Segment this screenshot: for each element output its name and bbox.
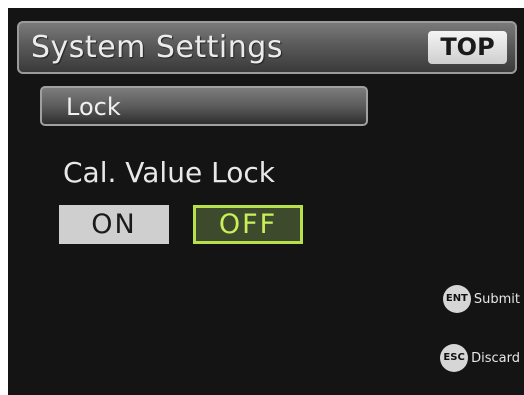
discard-label: Discard xyxy=(471,350,520,366)
discard-hint[interactable]: ESC Discard xyxy=(440,344,520,372)
option-off-button[interactable]: OFF xyxy=(193,205,303,244)
setting-label: Cal. Value Lock xyxy=(63,156,275,189)
title-bar: System Settings TOP xyxy=(17,21,517,74)
top-button[interactable]: TOP xyxy=(428,31,507,64)
device-screen: System Settings TOP Lock Cal. Value Lock… xyxy=(8,8,524,395)
page-title: System Settings xyxy=(31,30,283,65)
esc-key-icon[interactable]: ESC xyxy=(440,344,469,372)
submit-label: Submit xyxy=(473,291,520,307)
section-tab-label: Lock xyxy=(66,93,121,121)
submit-hint[interactable]: ENT Submit xyxy=(442,285,520,313)
option-on-button[interactable]: ON xyxy=(59,205,169,244)
section-tab-lock[interactable]: Lock xyxy=(40,86,368,126)
ent-key-icon[interactable]: ENT xyxy=(442,285,471,313)
